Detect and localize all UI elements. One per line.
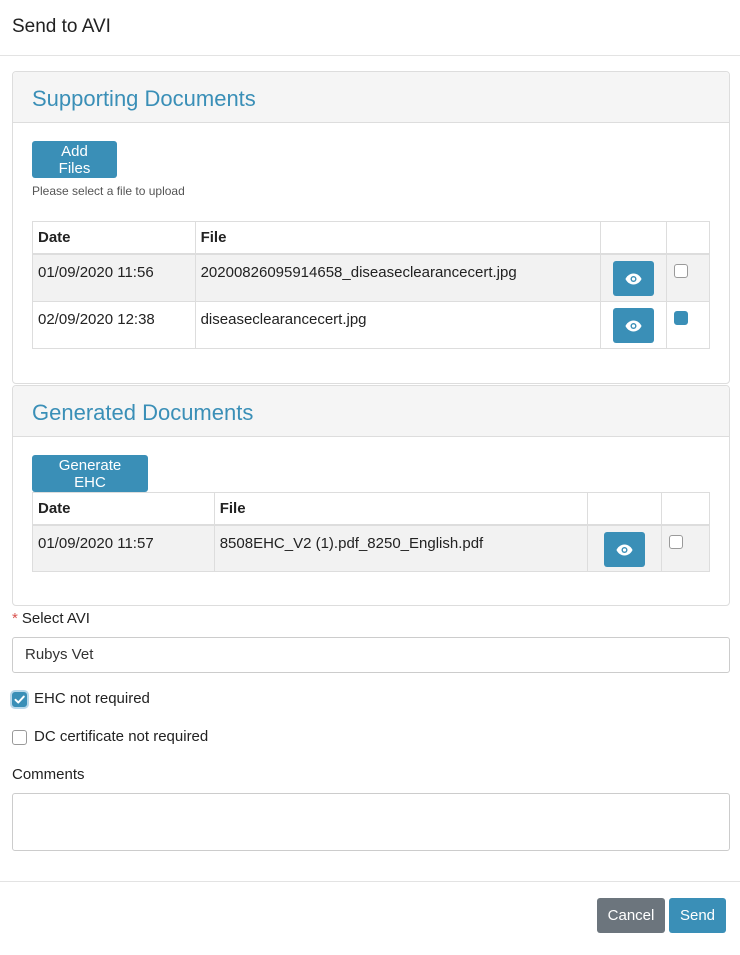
cancel-button[interactable]: Cancel xyxy=(597,898,665,933)
select-cell xyxy=(666,253,710,302)
table-header-row: Date File xyxy=(32,492,710,525)
select-avi-label-text: Select AVI xyxy=(21,610,90,627)
table-header-row: Date File xyxy=(32,221,710,254)
view-file-button[interactable] xyxy=(604,531,646,567)
select-cell xyxy=(666,301,710,349)
table-row: 02/09/2020 12:38 diseaseclearancecert.jp… xyxy=(32,301,710,349)
select-avi-input[interactable]: Rubys Vet xyxy=(12,637,730,673)
ehc-not-required-checkbox[interactable] xyxy=(12,692,27,707)
select-file-checkbox[interactable] xyxy=(674,263,689,278)
upload-help-text: Please select a file to upload xyxy=(32,184,185,198)
supporting-documents-heading: Supporting Documents xyxy=(13,72,729,123)
row-date: 01/09/2020 11:56 xyxy=(32,253,196,302)
date-column-header: Date xyxy=(32,492,215,525)
view-cell xyxy=(600,253,668,302)
eye-icon xyxy=(616,544,633,555)
supporting-documents-table: Date File 01/09/2020 11:56 2020082609591… xyxy=(32,221,710,349)
row-file: 8508EHC_V2 (1).pdf_8250_English.pdf xyxy=(213,524,589,572)
select-avi-label: * Select AVI xyxy=(12,610,90,627)
ehc-not-required-label: EHC not required xyxy=(34,690,150,707)
row-date: 02/09/2020 12:38 xyxy=(32,301,196,349)
modal-title: Send to AVI xyxy=(12,16,111,37)
select-file-checkbox[interactable] xyxy=(674,311,689,325)
row-file: diseaseclearancecert.jpg xyxy=(194,301,602,349)
select-column-header xyxy=(666,221,710,254)
generate-ehc-button[interactable]: Generate EHC xyxy=(32,455,148,492)
add-files-button[interactable]: Add Files xyxy=(32,141,117,178)
date-column-header: Date xyxy=(32,221,196,254)
select-file-checkbox[interactable] xyxy=(669,534,684,549)
dc-not-required-label: DC certificate not required xyxy=(34,728,209,745)
select-column-header xyxy=(661,492,710,525)
generated-documents-heading: Generated Documents xyxy=(13,386,729,437)
table-row: 01/09/2020 11:56 20200826095914658_disea… xyxy=(32,253,710,302)
file-column-header: File xyxy=(194,221,602,254)
check-icon xyxy=(14,695,25,704)
modal-header: Send to AVI xyxy=(0,0,740,56)
eye-icon xyxy=(625,320,642,332)
view-file-button[interactable] xyxy=(613,308,655,343)
send-button[interactable]: Send xyxy=(669,898,726,933)
row-file: 20200826095914658_diseaseclearancecert.j… xyxy=(194,253,602,302)
required-marker: * xyxy=(12,610,18,627)
generated-documents-panel: Generated Documents Generate EHC Date Fi… xyxy=(12,385,730,606)
modal-footer: Cancel Send xyxy=(0,881,740,955)
view-file-button[interactable] xyxy=(613,260,655,296)
row-date: 01/09/2020 11:57 xyxy=(32,524,215,572)
generated-documents-table: Date File 01/09/2020 11:57 8508EHC_V2 (1… xyxy=(32,492,710,572)
view-column-header xyxy=(587,492,663,525)
dc-not-required-checkbox[interactable] xyxy=(12,730,27,745)
comments-label: Comments xyxy=(12,766,85,783)
supporting-documents-title: Supporting Documents xyxy=(32,86,256,111)
select-cell xyxy=(661,524,710,572)
eye-icon xyxy=(625,273,642,284)
view-cell xyxy=(587,524,663,572)
view-column-header xyxy=(600,221,668,254)
table-row: 01/09/2020 11:57 8508EHC_V2 (1).pdf_8250… xyxy=(32,524,710,572)
file-column-header: File xyxy=(213,492,589,525)
supporting-documents-panel: Supporting Documents Add Files Please se… xyxy=(12,71,730,384)
comments-textarea[interactable] xyxy=(12,793,730,851)
view-cell xyxy=(600,301,668,349)
generated-documents-title: Generated Documents xyxy=(32,400,254,425)
